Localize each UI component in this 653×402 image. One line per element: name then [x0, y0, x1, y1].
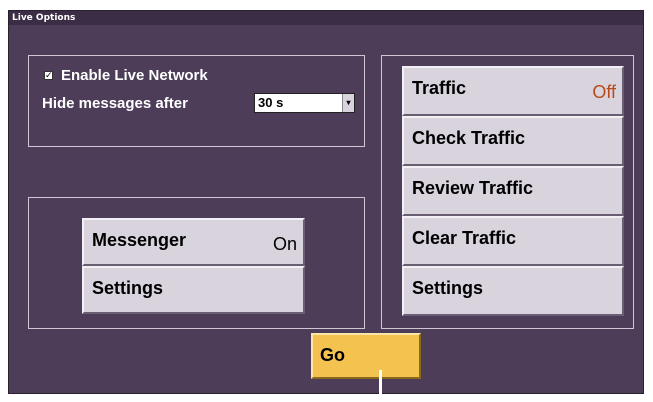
review-traffic-label: Review Traffic — [412, 178, 534, 198]
enable-live-network-checkbox[interactable]: ✓ — [44, 71, 53, 80]
pointer-callout-line — [379, 370, 382, 402]
window-title: Live Options — [9, 11, 643, 25]
traffic-settings-button[interactable]: Settings — [402, 266, 624, 316]
clear-traffic-label: Clear Traffic — [412, 228, 517, 248]
hide-messages-select[interactable]: 30 s ▾ — [254, 93, 355, 113]
enable-live-network-label: Enable Live Network — [61, 67, 208, 84]
messenger-state: On — [272, 234, 297, 254]
dropdown-arrow-icon[interactable]: ▾ — [342, 94, 354, 112]
traffic-label: Traffic — [412, 78, 467, 98]
clear-traffic-button[interactable]: Clear Traffic — [402, 216, 624, 266]
messenger-label: Messenger — [92, 230, 187, 250]
check-traffic-button[interactable]: Check Traffic — [402, 116, 624, 166]
go-label: Go — [320, 345, 345, 365]
traffic-state: Off — [592, 82, 616, 102]
messenger-button[interactable]: Messenger On — [82, 218, 305, 266]
check-traffic-label: Check Traffic — [412, 128, 526, 148]
review-traffic-button[interactable]: Review Traffic — [402, 166, 624, 216]
hide-messages-value: 30 s — [258, 95, 284, 110]
traffic-button[interactable]: Traffic Off — [402, 66, 624, 116]
hide-messages-label: Hide messages after — [42, 95, 188, 112]
traffic-settings-label: Settings — [412, 278, 484, 298]
go-button[interactable]: Go — [311, 333, 421, 379]
messenger-settings-label: Settings — [92, 278, 164, 298]
messenger-settings-button[interactable]: Settings — [82, 266, 305, 314]
